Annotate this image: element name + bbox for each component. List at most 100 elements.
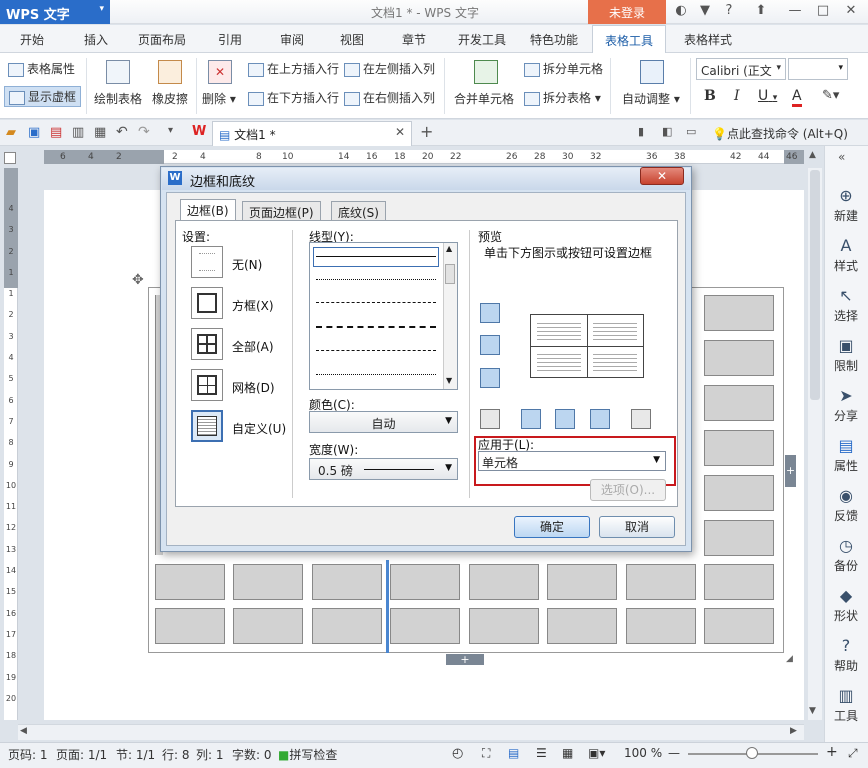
options-button[interactable]: 选项(O)... [590, 479, 666, 501]
status-more-icon[interactable]: ⤢ [848, 746, 858, 761]
shirt-icon[interactable]: ▼ [696, 3, 714, 21]
sidebar-item-share[interactable]: ➤ 分享 [824, 386, 868, 424]
tab-view[interactable]: 视图 [340, 31, 364, 48]
table-cell[interactable] [704, 564, 774, 600]
diagonal-up-icon[interactable] [631, 409, 651, 429]
pdf-icon[interactable]: ▤ [50, 125, 62, 140]
scroll-left-icon[interactable]: ◀ [20, 726, 27, 736]
sidebar-item-tools[interactable]: ▥ 工具 [824, 686, 868, 724]
document-tab[interactable]: ▤ 文档1 * ✕ [212, 121, 412, 146]
setting-none-label[interactable]: 无(N) [232, 256, 262, 273]
underline-button[interactable]: U ▾ [758, 88, 777, 104]
tab-chapter[interactable]: 章节 [402, 31, 426, 48]
setting-all-label[interactable]: 全部(A) [232, 338, 274, 355]
setting-custom-label[interactable]: 自定义(U) [232, 420, 286, 437]
font-size-combo[interactable]: ▾ [788, 58, 848, 80]
border-middle-h-icon[interactable] [480, 335, 500, 355]
zoom-in-icon[interactable]: + [826, 744, 838, 760]
outline-view-icon[interactable]: ☰ [536, 746, 547, 760]
table-cell[interactable] [704, 475, 774, 511]
sidebar-item-properties[interactable]: ▤ 属性 [824, 436, 868, 474]
zoom-out-icon[interactable]: — [668, 746, 680, 760]
table-cell[interactable] [547, 564, 617, 600]
border-right-icon[interactable] [590, 409, 610, 429]
sidebar-item-new[interactable]: ⊕ 新建 [824, 186, 868, 224]
bold-button[interactable]: B [704, 88, 716, 104]
color-combo[interactable]: 自动 ▼ [309, 411, 458, 433]
table-cell[interactable] [626, 608, 696, 644]
split-cells-button[interactable]: 拆分单元格 [524, 60, 603, 77]
table-cell[interactable] [704, 520, 774, 556]
width-combo[interactable]: 0.5 磅 ▼ [309, 458, 458, 480]
tab-stop-selector[interactable] [4, 152, 16, 164]
scroll-down-icon[interactable]: ▼ [809, 706, 816, 716]
scroll-up-icon[interactable]: ▲ [446, 244, 452, 253]
table-cell[interactable] [704, 385, 774, 421]
cancel-button[interactable]: 取消 [599, 516, 675, 538]
line-style-dash[interactable] [316, 326, 436, 328]
setting-box-icon[interactable] [191, 287, 223, 319]
close-tab-icon[interactable]: ✕ [395, 125, 405, 139]
border-preview[interactable] [530, 314, 644, 378]
tab-insert[interactable]: 插入 [84, 31, 108, 48]
border-top-icon[interactable] [480, 303, 500, 323]
auto-fit-button[interactable]: 自动调整 ▾ [622, 90, 680, 107]
reading-view-icon[interactable]: ▣▾ [588, 746, 605, 760]
maximize-icon[interactable]: □ [814, 3, 832, 21]
toolbar-icon-a[interactable]: ▮ [638, 125, 644, 138]
line-style-solid[interactable] [316, 256, 436, 257]
undo-icon[interactable]: ↶ [116, 124, 128, 140]
scroll-right-icon[interactable]: ▶ [790, 726, 797, 736]
highlight-icon[interactable]: ✎▾ [822, 88, 839, 103]
insert-col-left-button[interactable]: 在左侧插入列 [344, 60, 435, 77]
font-color-button[interactable]: A [792, 88, 802, 107]
status-word-count[interactable]: 字数: 0 [232, 746, 272, 763]
draw-table-button[interactable]: 绘制表格 [94, 90, 142, 107]
zoom-level[interactable]: 100 % [624, 746, 662, 760]
table-cell[interactable] [704, 340, 774, 376]
customize-arrow-icon[interactable]: ▾ [168, 125, 173, 136]
app-menu-button[interactable]: WPS 文字 ▾ [0, 0, 110, 24]
status-page-number[interactable]: 页码: 1 [8, 746, 48, 763]
table-cell[interactable] [390, 564, 460, 600]
insert-col-right-button[interactable]: 在右侧插入列 [344, 89, 435, 106]
sidebar-item-select[interactable]: ↖ 选择 [824, 286, 868, 324]
table-resize-handle-icon[interactable]: ◢ [786, 654, 793, 664]
setting-custom-icon[interactable] [191, 410, 223, 442]
print-icon[interactable]: ▥ [72, 125, 84, 140]
tab-table-style[interactable]: 表格样式 [684, 31, 732, 48]
tab-page-borders[interactable]: 页面边框(P) [242, 201, 321, 221]
status-spellcheck[interactable]: ■拼写检查 [278, 746, 337, 763]
insert-row-below-button[interactable]: 在下方插入行 [248, 89, 339, 106]
fullscreen-icon[interactable]: ⛶ [482, 746, 490, 761]
setting-box-label[interactable]: 方框(X) [232, 297, 274, 314]
table-cell[interactable] [233, 608, 303, 644]
skin-icon[interactable]: ◐ [672, 3, 690, 21]
tab-developer[interactable]: 开发工具 [458, 31, 506, 48]
line-style-dash-dot-dot[interactable] [316, 374, 436, 375]
insert-row-above-button[interactable]: 在上方插入行 [248, 60, 339, 77]
setting-all-icon[interactable] [191, 328, 223, 360]
table-properties-button[interactable]: 表格属性 [8, 60, 75, 77]
dialog-close-button[interactable]: ✕ [640, 167, 684, 185]
table-cell[interactable] [390, 608, 460, 644]
open-icon[interactable]: ▰ [6, 125, 16, 140]
new-tab-icon[interactable]: + [420, 122, 433, 141]
close-icon[interactable]: ✕ [842, 3, 860, 21]
vertical-scroll-thumb[interactable] [810, 170, 820, 400]
setting-grid-icon[interactable] [191, 369, 223, 401]
table-cell[interactable] [155, 608, 225, 644]
delete-button[interactable]: 删除 ▾ [202, 90, 236, 107]
horizontal-scrollbar[interactable] [18, 724, 804, 740]
print-preview-icon[interactable]: ▦ [94, 125, 106, 140]
sidebar-item-restrict[interactable]: ▣ 限制 [824, 336, 868, 374]
show-gridlines-button[interactable]: 显示虚框 [4, 86, 82, 107]
apply-to-combo[interactable]: 单元格 ▼ [478, 451, 666, 471]
revision-icon[interactable]: ◴ [452, 746, 463, 761]
tab-references[interactable]: 引用 [218, 31, 242, 48]
line-style-scroll-thumb[interactable] [445, 264, 455, 284]
table-cell[interactable] [312, 564, 382, 600]
table-cell[interactable] [704, 608, 774, 644]
diagonal-down-icon[interactable] [480, 409, 500, 429]
table-cell[interactable] [155, 564, 225, 600]
